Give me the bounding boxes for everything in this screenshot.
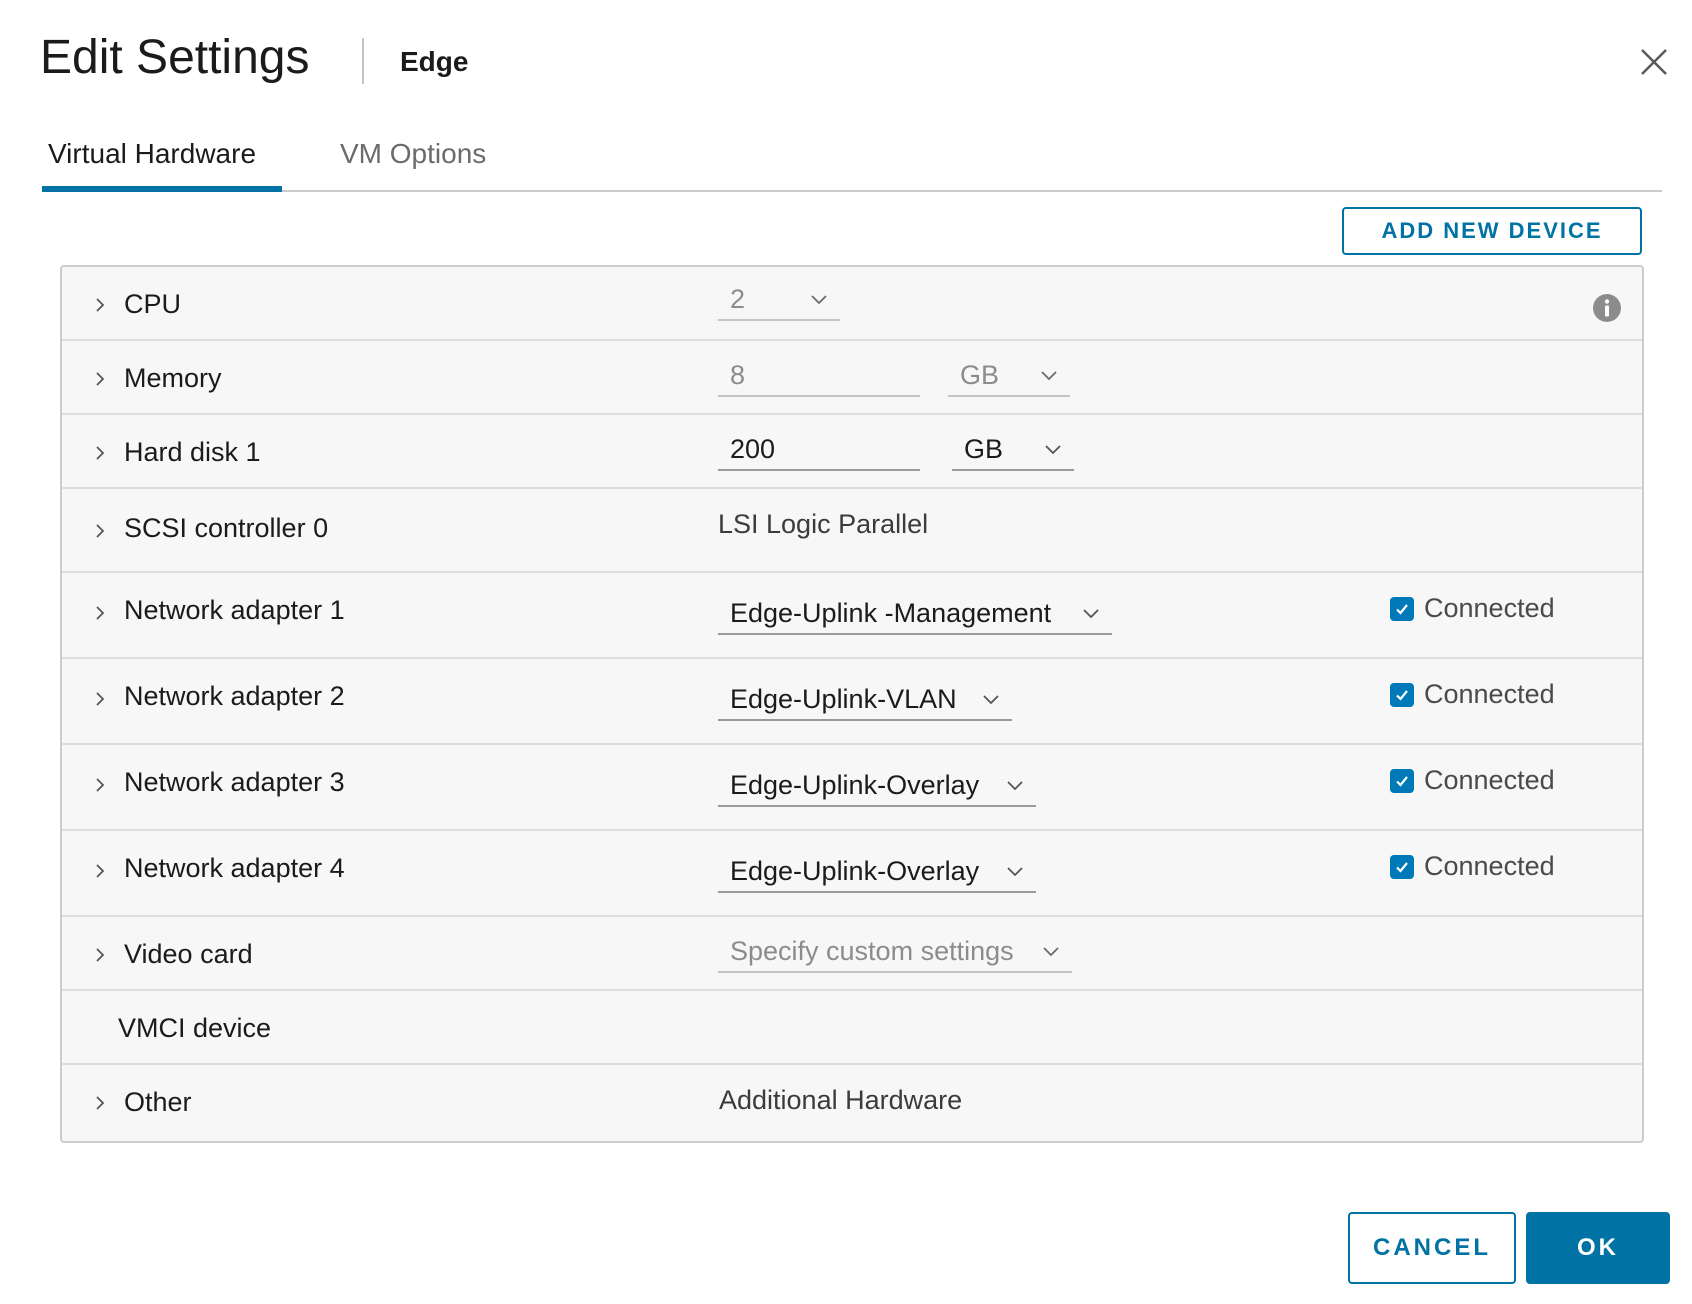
chevron-right-icon[interactable]	[92, 947, 108, 963]
scsi-label: SCSI controller 0	[124, 513, 329, 543]
hard-disk-unit-select[interactable]: GB	[952, 429, 1074, 471]
info-icon[interactable]	[1592, 293, 1622, 323]
row-memory: Memory 8 GB	[62, 341, 1642, 415]
checkmark-icon	[1396, 689, 1408, 701]
row-cpu: CPU 2	[62, 267, 1642, 341]
cpu-value: 2	[730, 283, 746, 314]
hard-disk-label: Hard disk 1	[124, 437, 261, 467]
connected-label: Connected	[1424, 851, 1555, 881]
chevron-right-icon[interactable]	[92, 297, 108, 313]
network-select[interactable]: Edge-Uplink-VLAN	[718, 679, 1012, 721]
chevron-right-icon[interactable]	[92, 605, 108, 621]
chevron-right-icon[interactable]	[92, 523, 108, 539]
tab-bar: Virtual Hardware VM Options	[42, 134, 1662, 192]
chevron-down-icon	[811, 295, 827, 305]
other-value: Additional Hardware	[719, 1085, 963, 1115]
ok-button[interactable]: OK	[1526, 1212, 1670, 1284]
row-hard-disk: Hard disk 1 200 GB	[62, 415, 1642, 489]
row-network-adapter-4: Network adapter 4 Edge-Uplink-Overlay Co…	[62, 831, 1642, 917]
network-value: Edge-Uplink -Management	[730, 597, 1052, 628]
hard-disk-input[interactable]: 200	[718, 429, 920, 471]
connected-toggle: Connected	[1390, 679, 1555, 710]
checkmark-icon	[1396, 603, 1408, 615]
chevron-down-icon	[1041, 371, 1057, 381]
video-card-select[interactable]: Specify custom settings	[718, 931, 1072, 973]
chevron-right-icon[interactable]	[92, 691, 108, 707]
network-adapter-label: Network adapter 3	[124, 767, 345, 797]
row-scsi-controller: SCSI controller 0 LSI Logic Parallel	[62, 489, 1642, 573]
dialog-title: Edit Settings	[40, 31, 310, 84]
video-card-label: Video card	[124, 939, 253, 969]
scsi-value: LSI Logic Parallel	[718, 509, 929, 539]
connected-checkbox[interactable]	[1390, 682, 1414, 707]
chevron-down-icon	[1083, 609, 1099, 619]
memory-unit: GB	[960, 359, 1000, 390]
connected-checkbox[interactable]	[1390, 596, 1414, 621]
chevron-right-icon[interactable]	[92, 445, 108, 461]
chevron-down-icon	[1045, 445, 1061, 455]
row-network-adapter-1: Network adapter 1 Edge-Uplink -Managemen…	[62, 573, 1642, 659]
other-label: Other	[124, 1087, 192, 1117]
add-new-device-button[interactable]: ADD NEW DEVICE	[1342, 207, 1642, 255]
tab-virtual-hardware[interactable]: Virtual Hardware	[42, 138, 282, 192]
network-adapter-label: Network adapter 4	[124, 853, 345, 883]
chevron-right-icon[interactable]	[92, 863, 108, 879]
row-network-adapter-3: Network adapter 3 Edge-Uplink-Overlay Co…	[62, 745, 1642, 831]
row-other: Other Additional Hardware	[62, 1065, 1642, 1141]
network-value: Edge-Uplink-Overlay	[730, 855, 980, 886]
tab-vm-options[interactable]: VM Options	[340, 138, 486, 192]
chevron-down-icon	[1007, 781, 1023, 791]
chevron-right-icon[interactable]	[92, 777, 108, 793]
network-select[interactable]: Edge-Uplink-Overlay	[718, 765, 1036, 807]
network-value: Edge-Uplink-Overlay	[730, 769, 980, 800]
video-card-value: Specify custom settings	[730, 935, 1014, 966]
connected-label: Connected	[1424, 679, 1555, 709]
vmci-label: VMCI device	[118, 1013, 272, 1043]
chevron-right-icon[interactable]	[92, 371, 108, 387]
connected-toggle: Connected	[1390, 593, 1555, 624]
chevron-down-icon	[983, 695, 999, 705]
cpu-select[interactable]: 2	[718, 279, 840, 321]
hard-disk-unit: GB	[964, 433, 1004, 464]
dialog-subtitle: Edge	[400, 46, 469, 77]
network-select[interactable]: Edge-Uplink -Management	[718, 593, 1112, 635]
row-vmci-device: VMCI device	[62, 991, 1642, 1065]
hard-disk-value: 200	[730, 433, 776, 464]
connected-label: Connected	[1424, 593, 1555, 623]
connected-checkbox[interactable]	[1390, 768, 1414, 793]
network-value: Edge-Uplink-VLAN	[730, 683, 957, 714]
cancel-button[interactable]: CANCEL	[1348, 1212, 1516, 1284]
row-video-card: Video card Specify custom settings	[62, 917, 1642, 991]
connected-label: Connected	[1424, 765, 1555, 795]
title-divider	[362, 38, 364, 84]
network-select[interactable]: Edge-Uplink-Overlay	[718, 851, 1036, 893]
close-icon[interactable]	[1636, 44, 1672, 80]
chevron-down-icon	[1043, 947, 1059, 957]
checkmark-icon	[1396, 775, 1408, 787]
chevron-right-icon[interactable]	[92, 1095, 108, 1111]
network-adapter-label: Network adapter 2	[124, 681, 345, 711]
checkmark-icon	[1396, 861, 1408, 873]
memory-input[interactable]: 8	[718, 355, 920, 397]
connected-toggle: Connected	[1390, 851, 1555, 882]
memory-value: 8	[730, 359, 746, 390]
memory-label: Memory	[124, 363, 222, 393]
chevron-down-icon	[1007, 867, 1023, 877]
connected-checkbox[interactable]	[1390, 854, 1414, 879]
memory-unit-select[interactable]: GB	[948, 355, 1070, 397]
cpu-label: CPU	[124, 289, 182, 319]
row-network-adapter-2: Network adapter 2 Edge-Uplink-VLAN Conne…	[62, 659, 1642, 745]
connected-toggle: Connected	[1390, 765, 1555, 796]
hardware-grid: CPU 2 Memory 8 GB Hard disk 1 200 GB SCS…	[60, 265, 1644, 1143]
network-adapter-label: Network adapter 1	[124, 595, 345, 625]
